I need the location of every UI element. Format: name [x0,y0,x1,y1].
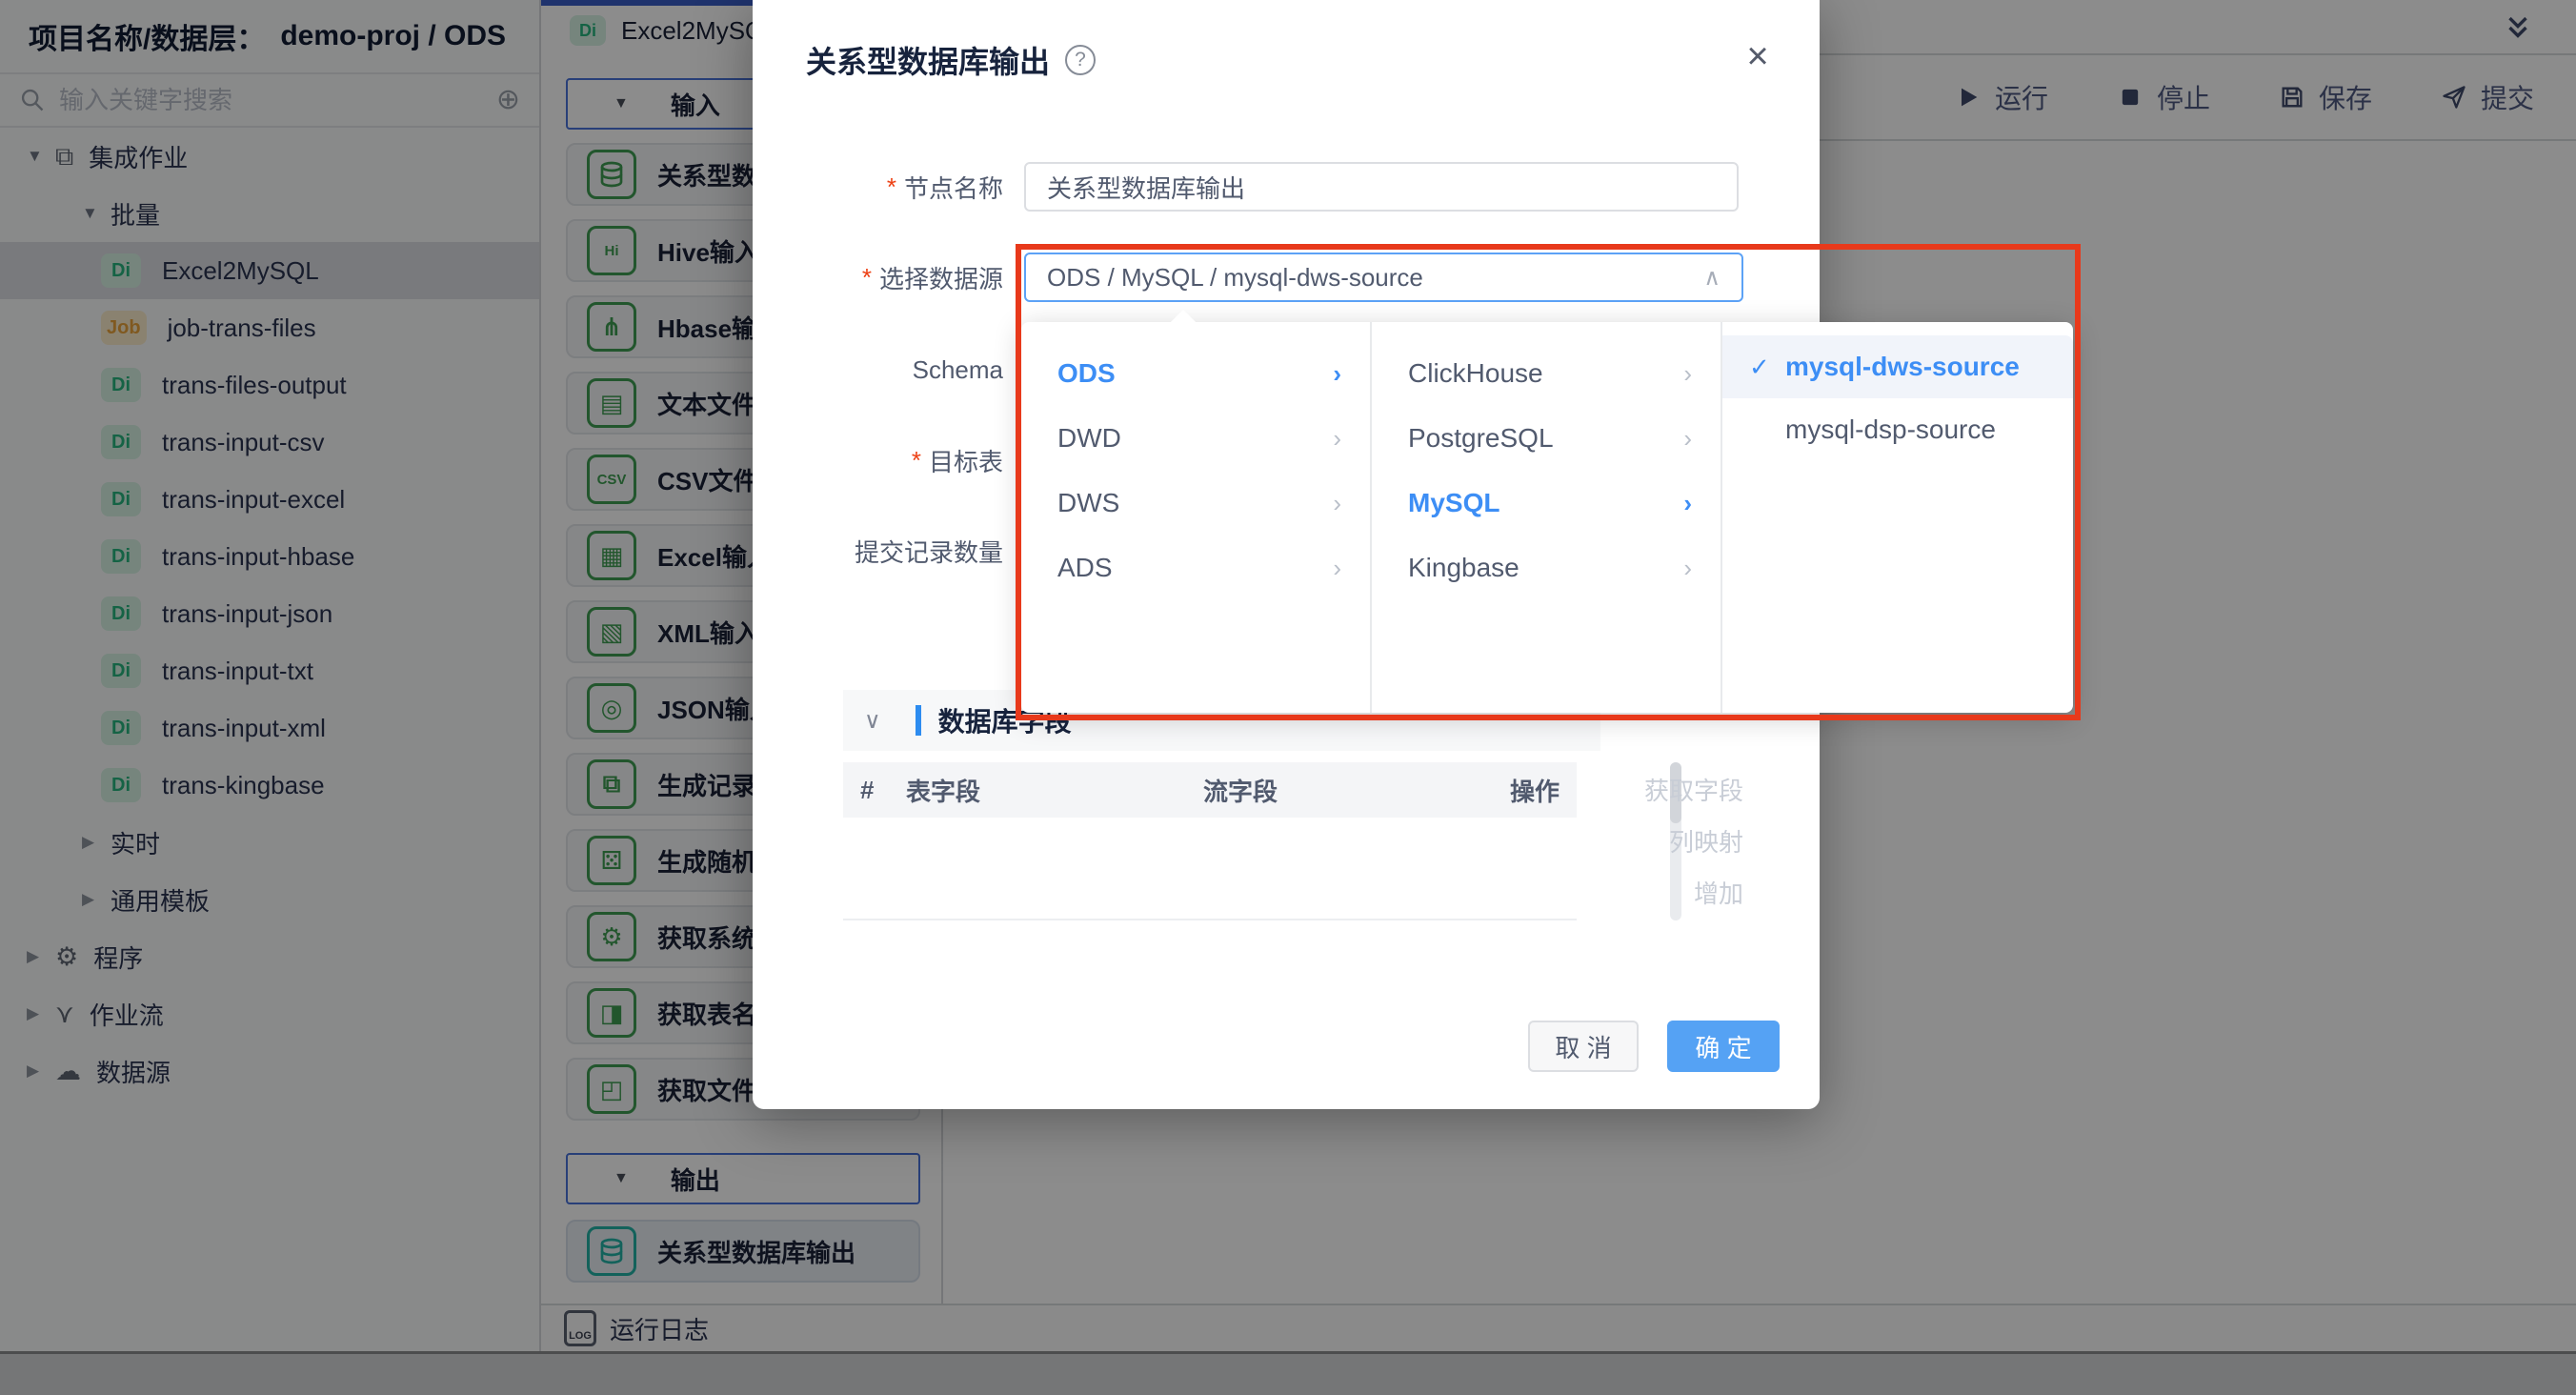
cascader-option-ods[interactable]: ODS › [1021,341,1370,406]
chevron-right-icon: › [1683,554,1692,583]
chevron-right-icon: › [1333,489,1341,518]
target-table-label: * 目标表 [753,435,1003,485]
cascader-option-postgresql[interactable]: PostgreSQL › [1372,406,1721,471]
close-icon[interactable]: × [1734,32,1781,80]
cascader-option-kingbase[interactable]: Kingbase › [1372,536,1721,600]
cascader-level1-column: ODS › DWD › DWS › ADS › [1021,322,1372,713]
chevron-right-icon: › [1683,424,1692,454]
column-header-stream-field: 流字段 [1203,773,1510,808]
section-accent-bar [916,705,921,736]
dialog-title: 关系型数据库输出 [806,38,1050,82]
help-icon[interactable]: ? [1065,45,1096,75]
dialog-title-row: 关系型数据库输出 ? [806,38,1096,82]
chevron-right-icon: › [1333,554,1341,583]
cascader-level3-column: ✓ mysql-dws-source ✓ mysql-dsp-source [1722,322,2073,713]
ok-button[interactable]: 确 定 [1667,1021,1780,1072]
column-header-table-field: 表字段 [906,773,1203,808]
table-side-actions: 获取字段 列映射 增加 [1644,765,1743,920]
cascader-option-clickhouse[interactable]: ClickHouse › [1372,341,1721,406]
node-name-input[interactable] [1024,162,1739,212]
datasource-cascader-dropdown: ODS › DWD › DWS › ADS › ClickHouse › Pos [1021,322,2073,713]
cascader-level2-column: ClickHouse › PostgreSQL › MySQL › Kingba… [1372,322,1722,713]
datasource-label: * 选择数据源 [753,253,1003,302]
table-empty-body [843,818,1577,920]
column-header-index: # [843,776,906,805]
field-mapping-table: # 表字段 流字段 操作 [843,762,1577,920]
column-header-actions: 操作 [1510,773,1577,808]
table-header-row: # 表字段 流字段 操作 [843,762,1577,818]
cascader-option-mysql-dws-source[interactable]: ✓ mysql-dws-source [1722,335,2073,398]
cancel-button[interactable]: 取 消 [1528,1021,1639,1072]
chevron-right-icon: › [1683,359,1692,389]
cascader-option-dwd[interactable]: DWD › [1021,406,1370,471]
chevron-down-icon[interactable]: ∨ [864,707,881,735]
cascader-option-dws[interactable]: DWS › [1021,471,1370,536]
datasource-select[interactable]: ODS / MySQL / mysql-dws-source ∧ [1024,253,1743,302]
required-asterisk: * [912,446,921,475]
commit-count-label: 提交记录数量 [753,526,1003,576]
schema-label: Schema [753,345,1003,394]
add-row-button[interactable]: 增加 [1644,868,1743,920]
datasource-select-value: ODS / MySQL / mysql-dws-source [1047,263,1423,293]
required-asterisk: * [862,263,872,293]
chevron-right-icon: › [1333,424,1341,454]
chevron-right-icon: › [1683,489,1692,518]
cascader-option-mysql[interactable]: MySQL › [1372,471,1721,536]
required-asterisk: * [887,172,896,202]
cascader-option-mysql-dsp-source[interactable]: ✓ mysql-dsp-source [1722,398,2073,461]
get-fields-button[interactable]: 获取字段 [1644,765,1743,817]
node-name-label: * 节点名称 [753,162,1003,212]
column-mapping-button[interactable]: 列映射 [1644,817,1743,868]
cascader-option-ads[interactable]: ADS › [1021,536,1370,600]
dialog-footer: 取 消 确 定 [1528,1021,1780,1072]
chevron-up-icon: ∧ [1703,264,1721,292]
check-icon: ✓ [1749,353,1785,382]
app-screen: 项目名称/数据层： demo-proj / ODS ⊕ ▼ ⧉ 集成作业 ▼ 批… [0,0,2576,1395]
chevron-right-icon: › [1333,359,1341,389]
